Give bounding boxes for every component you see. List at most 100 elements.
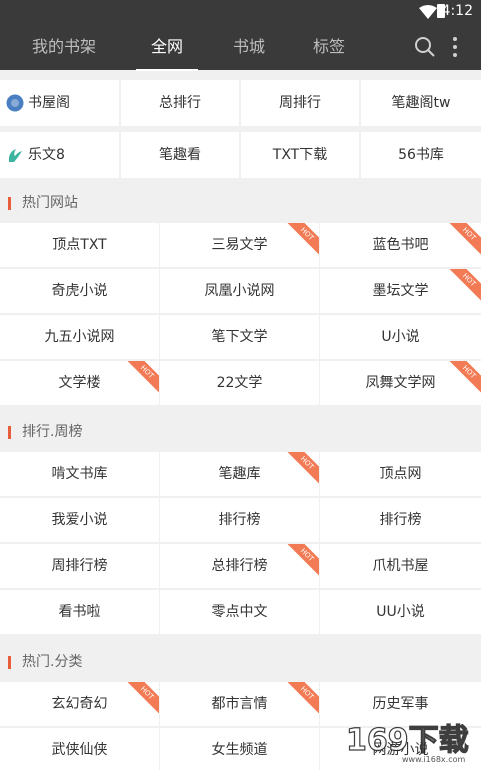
section-header: 排行.周榜 xyxy=(0,413,481,451)
section-title: 热门网站 xyxy=(22,195,78,211)
rank-label: 笔趣库 xyxy=(218,466,261,482)
tab-indicator xyxy=(136,69,198,71)
site-label: U小说 xyxy=(381,329,420,345)
svg-text:169下载: 169下载 xyxy=(346,723,469,758)
hot-badge: HOT xyxy=(444,223,481,259)
site-label: 三易文学 xyxy=(211,237,268,253)
rank-row: 看书啦 零点中文 UU小说 xyxy=(0,590,481,634)
site-label: 笔下文学 xyxy=(211,329,268,345)
rank-row: 我爱小说 排行榜 排行榜 xyxy=(0,498,481,542)
source-txt-download[interactable]: TXT下载 xyxy=(241,132,359,178)
rank-link[interactable]: UU小说 xyxy=(320,590,481,634)
rank-row: 啃文书库 笔趣库 HOT 顶点网 xyxy=(0,452,481,496)
rank-link[interactable]: 爪机书屋 xyxy=(320,544,481,588)
watermark-logo: 169下载 www.i168x.com xyxy=(345,722,469,764)
hot-badge: HOT xyxy=(282,452,319,488)
hot-badge: HOT xyxy=(122,361,159,397)
source-week-rank[interactable]: 周排行 xyxy=(241,80,359,126)
rank-label: 排行榜 xyxy=(218,512,261,528)
category-label: 历史军事 xyxy=(372,696,429,712)
rank-link[interactable]: 看书啦 xyxy=(0,590,159,634)
source-row: 书屋阁 总排行 周排行 笔趣阁tw xyxy=(0,80,481,126)
rank-link[interactable]: 啃文书库 xyxy=(0,452,159,496)
rank-link[interactable]: 排行榜 xyxy=(320,498,481,542)
site-link[interactable]: 墨坛文学 HOT xyxy=(320,269,481,313)
category-link[interactable]: 都市言情 HOT xyxy=(160,682,319,726)
hot-badge: HOT xyxy=(444,269,481,305)
rank-row: 周排行榜 总排行榜 HOT 爪机书屋 xyxy=(0,544,481,588)
site-link[interactable]: U小说 xyxy=(320,315,481,359)
app-bar: 我的书架 全网 书城 标签 xyxy=(0,24,481,71)
tab-tags[interactable]: 标签 xyxy=(300,24,358,70)
source-biqukan[interactable]: 笔趣看 xyxy=(121,132,239,178)
source-lewen8[interactable]: 乐文8 xyxy=(0,132,119,178)
section-accent-bar xyxy=(8,197,11,210)
source-row: 乐文8 笔趣看 TXT下载 56书库 xyxy=(0,132,481,178)
tab-all-web[interactable]: 全网 xyxy=(136,24,198,70)
section-header: 热门.分类 xyxy=(0,643,481,681)
rank-label: 啃文书库 xyxy=(51,466,108,482)
site-label: 墨坛文学 xyxy=(372,283,429,299)
rank-link[interactable]: 周排行榜 xyxy=(0,544,159,588)
source-shuwuge[interactable]: 书屋阁 xyxy=(0,80,119,126)
hot-badge: HOT xyxy=(282,223,319,259)
status-bar: 4:12 xyxy=(0,0,481,24)
site-row: 奇虎小说 凤凰小说网 墨坛文学 HOT xyxy=(0,269,481,313)
svg-text:www.i168x.com: www.i168x.com xyxy=(402,755,466,764)
category-link[interactable]: 女生频道 xyxy=(160,728,319,770)
site-link[interactable]: 笔下文学 xyxy=(160,315,319,359)
site-label: 凤凰小说网 xyxy=(204,283,275,299)
lewen-logo-icon xyxy=(8,149,22,162)
rank-link[interactable]: 顶点网 xyxy=(320,452,481,496)
site-link[interactable]: 凤凰小说网 xyxy=(160,269,319,313)
category-link[interactable]: 武侠仙侠 xyxy=(0,728,159,770)
rank-label: 总排行榜 xyxy=(211,558,268,574)
shuwuge-logo-icon xyxy=(6,94,24,112)
source-total-rank[interactable]: 总排行 xyxy=(121,80,239,126)
site-link[interactable]: 蓝色书吧 HOT xyxy=(320,223,481,267)
site-row: 九五小说网 笔下文学 U小说 xyxy=(0,315,481,359)
rank-label: UU小说 xyxy=(376,604,425,620)
rank-label: 周排行榜 xyxy=(51,558,108,574)
category-label: 都市言情 xyxy=(211,696,268,712)
rank-link[interactable]: 我爱小说 xyxy=(0,498,159,542)
site-link[interactable]: 九五小说网 xyxy=(0,315,159,359)
source-label: 乐文8 xyxy=(28,147,65,163)
category-label: 玄幻奇幻 xyxy=(51,696,108,712)
section-title: 热门.分类 xyxy=(22,654,83,670)
category-link[interactable]: 玄幻奇幻 HOT xyxy=(0,682,159,726)
site-link[interactable]: 三易文学 HOT xyxy=(160,223,319,267)
rank-link[interactable]: 排行榜 xyxy=(160,498,319,542)
site-link[interactable]: 奇虎小说 xyxy=(0,269,159,313)
site-link[interactable]: 22文学 xyxy=(160,361,319,405)
rank-label: 看书啦 xyxy=(58,604,101,620)
site-row: 文学楼 HOT 22文学 凤舞文学网 HOT xyxy=(0,361,481,405)
tab-bookstore[interactable]: 书城 xyxy=(220,24,278,70)
rank-label: 排行榜 xyxy=(379,512,422,528)
site-label: 凤舞文学网 xyxy=(365,375,436,391)
rank-label: 爪机书屋 xyxy=(372,558,429,574)
category-label: 武侠仙侠 xyxy=(51,742,108,758)
source-56shuku[interactable]: 56书库 xyxy=(361,132,481,178)
tab-bookshelf[interactable]: 我的书架 xyxy=(18,24,110,70)
rank-link[interactable]: 零点中文 xyxy=(160,590,319,634)
site-link[interactable]: 顶点TXT xyxy=(0,223,159,267)
more-options-icon[interactable] xyxy=(452,36,458,58)
site-link[interactable]: 凤舞文学网 HOT xyxy=(320,361,481,405)
site-link[interactable]: 文学楼 HOT xyxy=(0,361,159,405)
site-label: 九五小说网 xyxy=(44,329,115,345)
search-icon[interactable] xyxy=(414,36,436,58)
rank-link[interactable]: 笔趣库 HOT xyxy=(160,452,319,496)
rank-link[interactable]: 总排行榜 HOT xyxy=(160,544,319,588)
source-biqugetw[interactable]: 笔趣阁tw xyxy=(361,80,481,126)
section-accent-bar xyxy=(8,426,11,439)
rank-label: 我爱小说 xyxy=(51,512,108,528)
hot-badge: HOT xyxy=(122,682,159,718)
status-time: 4:12 xyxy=(441,3,473,19)
wifi-icon xyxy=(419,5,437,19)
site-label: 顶点TXT xyxy=(52,237,107,253)
hot-badge: HOT xyxy=(282,682,319,718)
rank-label: 零点中文 xyxy=(211,604,268,620)
hot-badge: HOT xyxy=(444,361,481,397)
section-header: 热门网站 xyxy=(0,184,481,222)
